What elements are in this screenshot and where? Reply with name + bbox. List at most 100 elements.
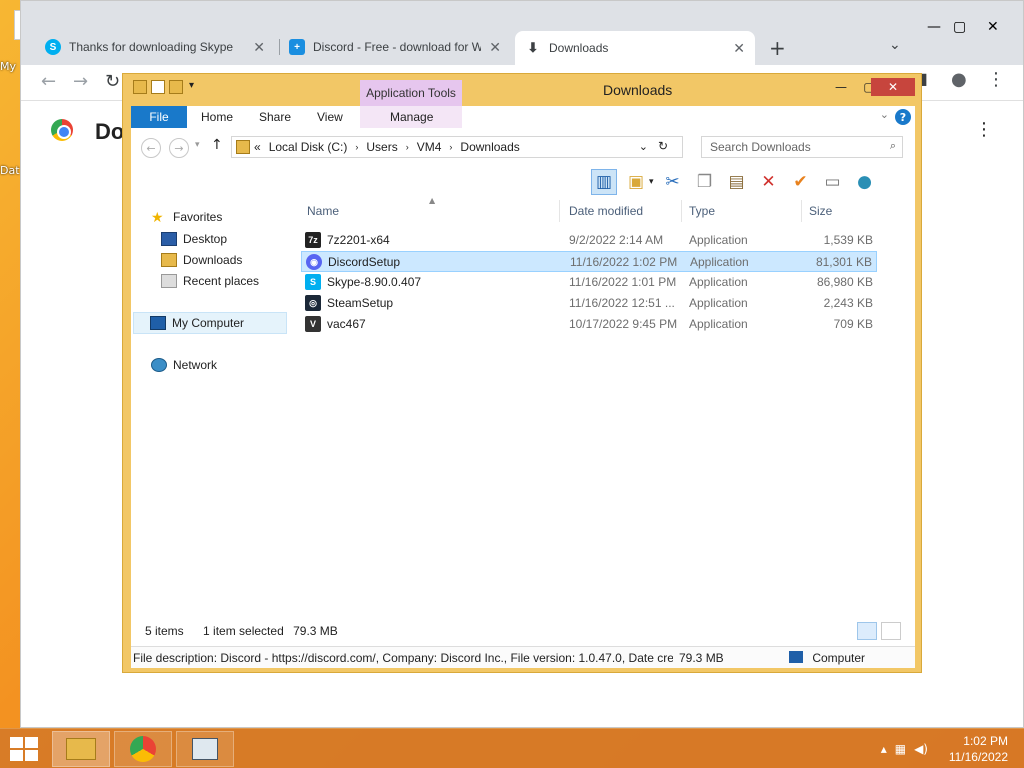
up-arrow-icon[interactable]: ↑ <box>211 137 223 153</box>
chevron-right-icon[interactable]: › <box>355 142 358 152</box>
chevron-right-icon[interactable]: › <box>449 142 452 152</box>
column-size[interactable]: Size <box>809 204 832 218</box>
details-view-icon[interactable] <box>857 622 877 640</box>
column-date-modified[interactable]: Date modified <box>569 204 643 218</box>
view-toggle <box>857 622 901 640</box>
new-document-icon[interactable] <box>151 80 165 94</box>
close-icon[interactable]: ✕ <box>253 39 265 56</box>
network-tray-icon[interactable]: ▦ <box>895 742 906 756</box>
globe-icon[interactable]: ● <box>852 169 878 195</box>
chevron-right-icon[interactable]: › <box>406 142 409 152</box>
folder-options-icon[interactable]: ▣ <box>623 169 649 195</box>
file-row-7zip[interactable]: 7z 7z2201-x64 9/2/2022 2:14 AM Applicati… <box>301 230 877 251</box>
ribbon-expand-icon[interactable]: ⌄ <box>880 108 889 121</box>
tab-file[interactable]: File <box>131 106 187 128</box>
reload-icon[interactable]: ↻ <box>105 71 120 92</box>
menu-dots-icon[interactable]: ⋮ <box>987 69 1005 90</box>
tray-expand-icon[interactable]: ▴ <box>881 742 887 756</box>
page-menu-icon[interactable]: ⋮ <box>975 119 993 140</box>
refresh-icon[interactable]: ↻ <box>658 139 668 153</box>
new-tab-button[interactable]: + <box>769 36 786 60</box>
properties-icon[interactable] <box>133 80 147 94</box>
taskbar-explorer[interactable] <box>52 731 110 767</box>
file-name: 7z2201-x64 <box>327 233 390 247</box>
tab-downloads[interactable]: ⬇ Downloads ✕ <box>515 31 755 65</box>
nav-favorites[interactable]: ★ Favorites <box>151 210 222 224</box>
close-icon[interactable]: ✕ <box>489 39 501 56</box>
copy-icon[interactable]: ❐ <box>692 169 718 195</box>
recent-dropdown-icon[interactable]: ▾ <box>195 140 200 150</box>
file-type: Application <box>689 317 748 331</box>
minimize-icon[interactable]: — <box>827 78 855 96</box>
column-name[interactable]: Name <box>307 204 339 218</box>
file-type: Application <box>689 233 748 247</box>
maximize-icon[interactable]: ▢ <box>953 19 966 35</box>
volume-icon[interactable]: ◀) <box>914 742 928 756</box>
file-row-discord[interactable]: ◉ DiscordSetup 11/16/2022 1:02 PM Applic… <box>301 251 877 272</box>
minimize-icon[interactable]: — <box>927 19 941 35</box>
checkmark-icon[interactable]: ✔ <box>788 169 814 195</box>
column-type[interactable]: Type <box>689 204 715 218</box>
paste-icon[interactable]: ▤ <box>724 169 750 195</box>
star-icon: ★ <box>151 209 164 225</box>
file-row-vac[interactable]: V vac467 10/17/2022 9:45 PM Application … <box>301 314 877 335</box>
crumb-local-disk[interactable]: Local Disk (C:) <box>269 140 348 154</box>
column-divider[interactable] <box>681 200 682 222</box>
column-divider[interactable] <box>559 200 560 222</box>
tab-discord[interactable]: + Discord - Free - download for Wi ✕ <box>279 32 511 62</box>
profile-avatar-icon[interactable]: ● <box>951 69 967 90</box>
crumb-vm4[interactable]: VM4 <box>417 140 442 154</box>
nav-label: Desktop <box>183 232 228 246</box>
path-overflow[interactable]: « <box>254 140 261 154</box>
close-icon[interactable]: ✕ <box>733 40 745 57</box>
start-windows-icon[interactable] <box>10 737 38 761</box>
taskbar-app[interactable] <box>176 731 234 767</box>
file-name: DiscordSetup <box>328 255 401 269</box>
nav-downloads[interactable]: Downloads <box>161 253 242 267</box>
back-arrow-icon[interactable]: ← <box>41 71 56 92</box>
taskbar-chrome[interactable] <box>114 731 172 767</box>
file-row-skype[interactable]: S Skype-8.90.0.407 11/16/2022 1:01 PM Ap… <box>301 272 877 293</box>
cut-icon[interactable]: ✂ <box>660 169 686 195</box>
file-description: File description: Discord - https://disc… <box>133 651 673 665</box>
forward-arrow-icon[interactable]: → <box>73 71 88 92</box>
tab-manage[interactable]: Manage <box>390 106 433 128</box>
help-icon[interactable]: ? <box>895 109 911 125</box>
nav-network[interactable]: Network <box>151 358 217 372</box>
window-close-icon[interactable]: ✕ <box>987 19 999 35</box>
tab-home[interactable]: Home <box>201 106 233 128</box>
crumb-downloads[interactable]: Downloads <box>460 140 519 154</box>
nav-desktop[interactable]: Desktop <box>161 232 227 246</box>
back-icon[interactable]: ← <box>141 138 161 158</box>
close-icon[interactable]: ✕ <box>871 78 915 96</box>
qat-dropdown-icon[interactable]: ▾ <box>189 80 194 94</box>
nav-recent-places[interactable]: Recent places <box>161 274 259 288</box>
large-icons-view-icon[interactable] <box>881 622 901 640</box>
search-input[interactable]: Search Downloads ⌕ <box>701 136 903 158</box>
tab-skype[interactable]: S Thanks for downloading Skype ✕ <box>35 32 275 62</box>
tab-title: Discord - Free - download for Wi <box>313 40 482 54</box>
system-tray: ▴ ▦ ◀) <box>881 742 928 756</box>
file-date: 10/17/2022 9:45 PM <box>569 317 678 331</box>
forward-icon[interactable]: → <box>169 138 189 158</box>
skype-installer-icon: S <box>305 274 321 290</box>
nav-my-computer[interactable]: My Computer <box>133 312 287 334</box>
dropdown-icon[interactable]: ▾ <box>649 177 654 187</box>
column-divider[interactable] <box>801 200 802 222</box>
tab-share[interactable]: Share <box>259 106 291 128</box>
delete-icon[interactable]: ✕ <box>756 169 782 195</box>
crumb-users[interactable]: Users <box>366 140 397 154</box>
rename-icon[interactable]: ▭ <box>820 169 846 195</box>
file-name: Skype-8.90.0.407 <box>327 275 422 289</box>
desktop-icon <box>161 232 177 246</box>
tab-title: Thanks for downloading Skype <box>69 40 234 54</box>
tab-search-icon[interactable]: ⌄ <box>889 37 901 53</box>
network-icon <box>151 358 167 372</box>
address-box[interactable]: « Local Disk (C:) › Users › VM4 › Downlo… <box>231 136 683 158</box>
preview-pane-icon[interactable]: ▥ <box>591 169 617 195</box>
tab-view[interactable]: View <box>317 106 343 128</box>
file-row-steam[interactable]: ◎ SteamSetup 11/16/2022 12:51 ... Applic… <box>301 293 877 314</box>
chevron-down-icon[interactable]: ⌄ <box>639 140 648 153</box>
new-folder-icon[interactable] <box>169 80 183 94</box>
clock[interactable]: 1:02 PM 11/16/2022 <box>949 733 1008 765</box>
